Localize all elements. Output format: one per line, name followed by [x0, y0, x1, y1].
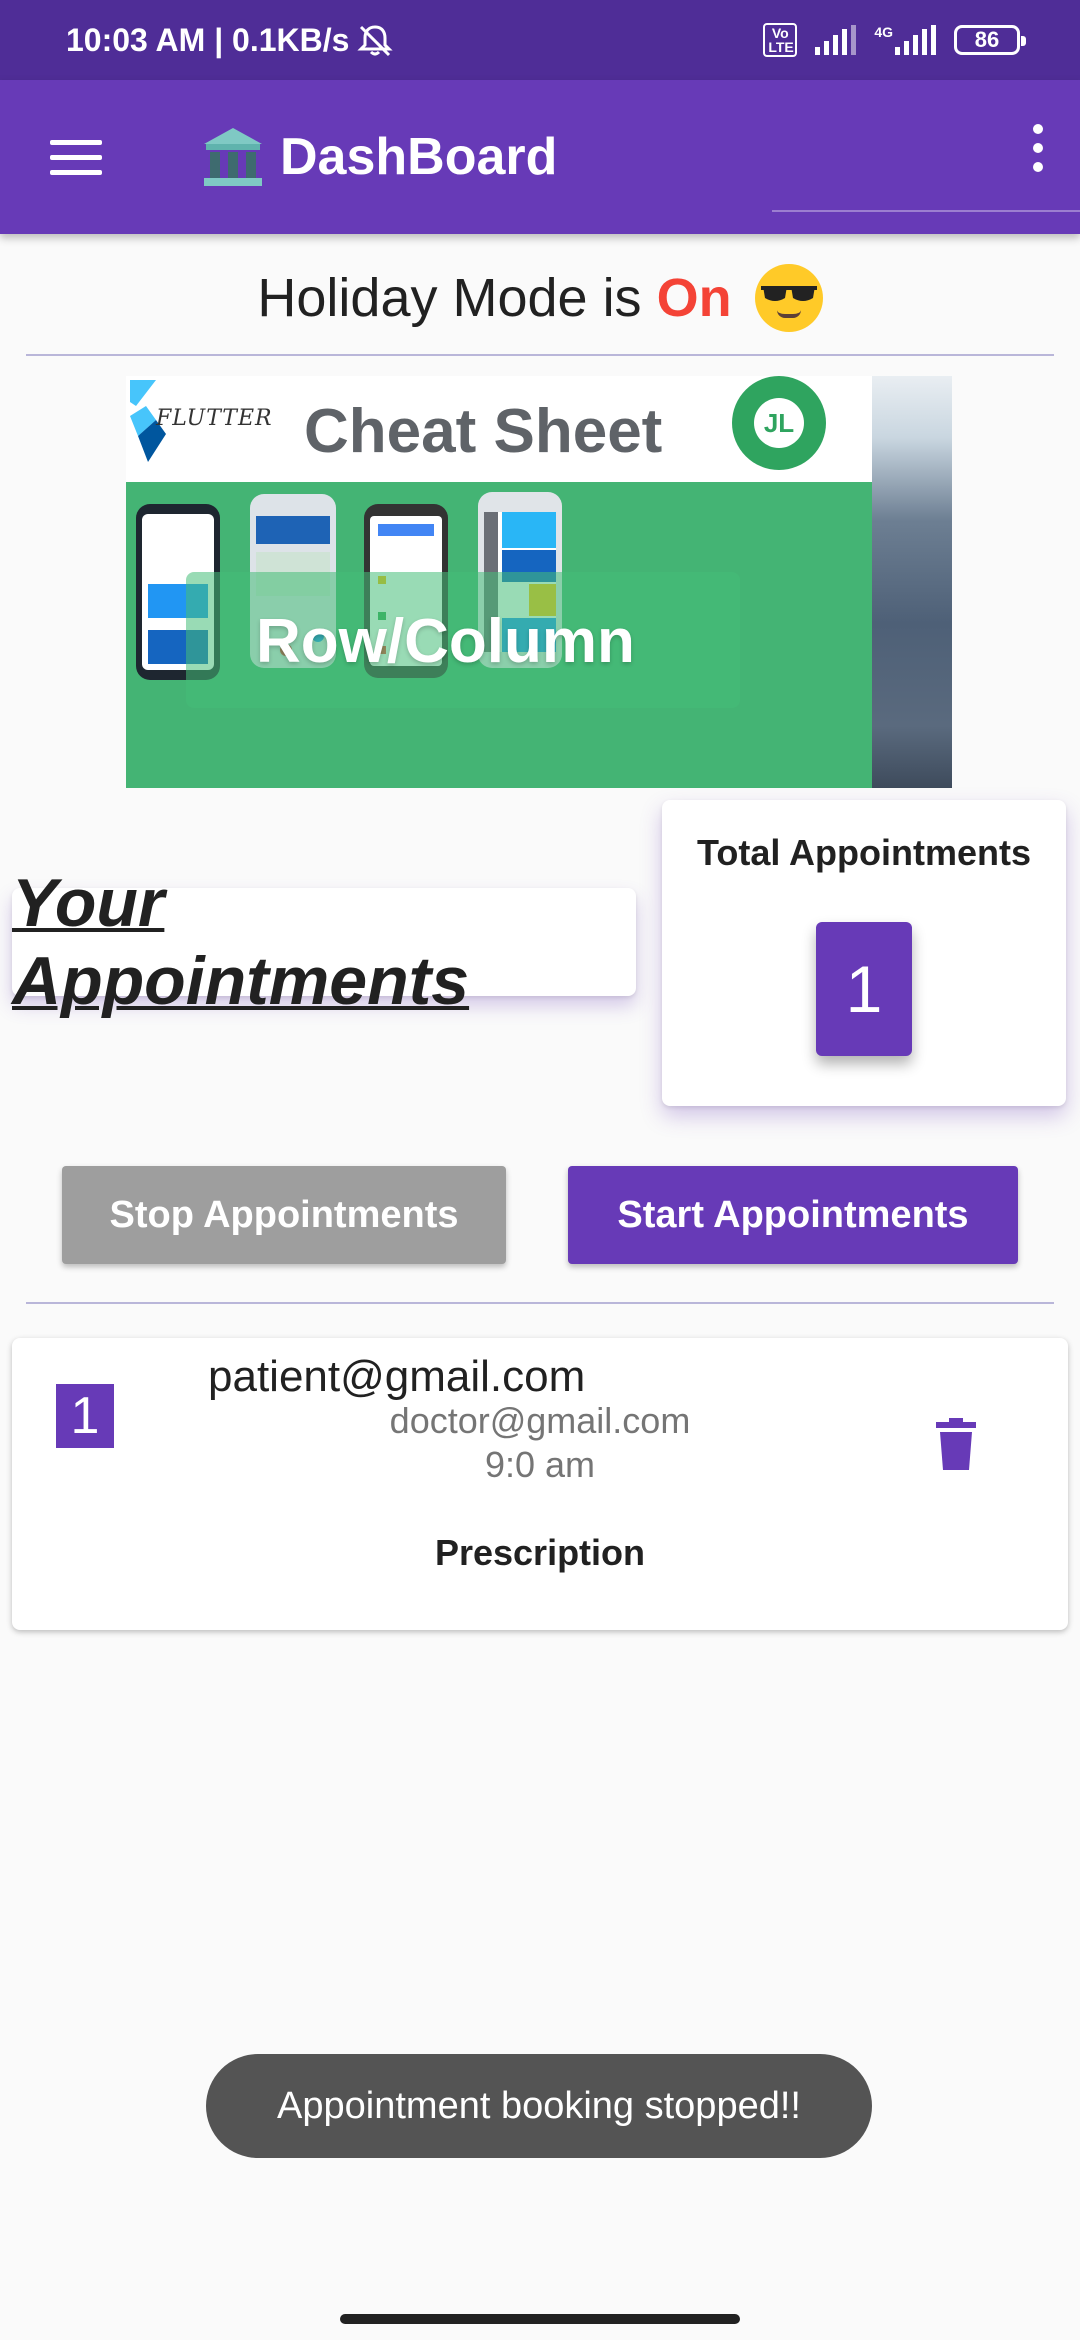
- total-appointments-card: Total Appointments 1: [662, 800, 1066, 1106]
- cheat-sheet-banner[interactable]: FLUTTER Cheat Sheet JL Row/Column: [126, 376, 952, 788]
- signal-icon: [895, 25, 936, 55]
- banner-photo-edge: [872, 376, 952, 788]
- prescription-button[interactable]: Prescription: [12, 1532, 1068, 1574]
- appointment-patient-email: patient@gmail.com: [208, 1352, 586, 1401]
- battery-icon: 86: [954, 25, 1026, 55]
- volte-badge: Vo LTE: [763, 23, 798, 57]
- divider: [26, 1302, 1054, 1304]
- status-left: 10:03 AM | 0.1KB/s: [66, 21, 394, 59]
- holiday-prefix: Holiday Mode is: [257, 268, 657, 328]
- banner-caption: Row/Column: [256, 607, 635, 676]
- home-indicator[interactable]: [340, 2314, 740, 2324]
- cheat-sheet-title: Cheat Sheet: [304, 397, 663, 466]
- battery-level: 86: [974, 27, 1000, 52]
- signal-4g: 4G: [874, 25, 936, 55]
- trash-icon[interactable]: [936, 1418, 976, 1470]
- app-title: DashBoard: [280, 128, 558, 186]
- appointment-doctor-email: doctor@gmail.com: [389, 1400, 691, 1441]
- toast-message: Appointment booking stopped!!: [206, 2054, 872, 2158]
- flutter-label: FLUTTER: [156, 406, 273, 431]
- appointment-card: 1 patient@gmail.com doctor@gmail.com 9:0…: [12, 1338, 1068, 1630]
- overflow-menu-icon[interactable]: [1028, 124, 1048, 180]
- jl-badge-text: JL: [754, 398, 804, 448]
- holiday-state: On: [656, 268, 732, 328]
- menu-icon[interactable]: [50, 140, 102, 176]
- status-time-speed: 10:03 AM | 0.1KB/s: [66, 21, 350, 58]
- app-bar: DashBoard: [0, 80, 1080, 234]
- bank-icon: [204, 128, 262, 186]
- appbar-divider: [772, 210, 1080, 212]
- total-appointments-label: Total Appointments: [697, 832, 1031, 873]
- status-bar: 10:03 AM | 0.1KB/s Vo LTE 4G 86: [0, 0, 1080, 80]
- status-right: Vo LTE 4G 86: [763, 23, 1026, 57]
- cool-face-emoji-icon: [754, 263, 823, 332]
- appointment-time: 9:0 am: [484, 1444, 596, 1485]
- signal-icon: [815, 25, 857, 55]
- total-appointments-count: 1: [816, 922, 912, 1056]
- start-appointments-button[interactable]: Start Appointments: [568, 1166, 1018, 1264]
- silent-bell-icon: [357, 25, 394, 57]
- holiday-mode-status: Holiday Mode is On: [0, 260, 1080, 336]
- stop-appointments-button[interactable]: Stop Appointments: [62, 1166, 506, 1264]
- network-label: 4G: [874, 24, 893, 40]
- jl-badge: JL: [732, 376, 826, 470]
- your-appointments-title: Your Appointments: [12, 865, 470, 1019]
- divider: [26, 354, 1054, 356]
- your-appointments-heading: Your Appointments: [12, 865, 636, 1019]
